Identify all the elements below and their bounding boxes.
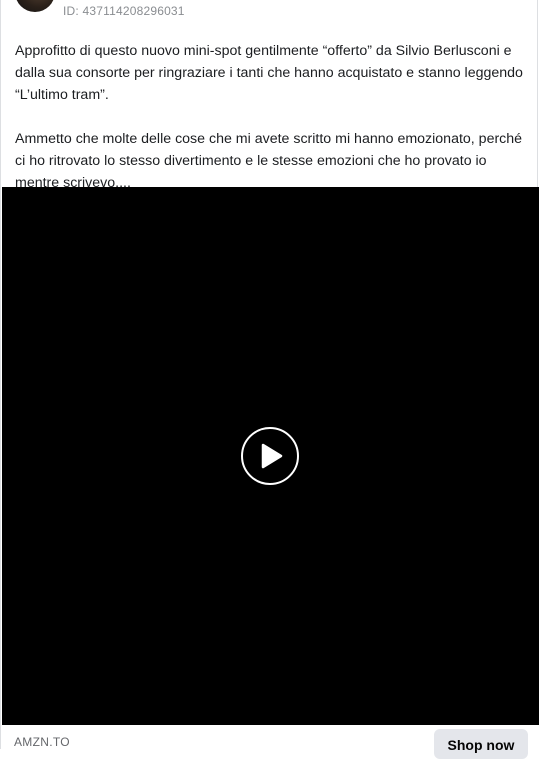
play-icon xyxy=(261,443,283,469)
shop-now-button[interactable]: Shop now xyxy=(434,729,528,759)
ad-card: ID: 437114208296031 Approfitto di questo… xyxy=(0,0,539,759)
post-paragraph: Approfitto di questo nuovo mini-spot gen… xyxy=(15,43,523,103)
page-avatar[interactable] xyxy=(15,0,55,12)
link-domain: AMZN.TO xyxy=(14,735,70,749)
ad-id: ID: 437114208296031 xyxy=(63,4,185,18)
play-button[interactable] xyxy=(241,427,299,485)
post-paragraph: Ammetto che molte delle cose che mi avet… xyxy=(15,131,523,191)
